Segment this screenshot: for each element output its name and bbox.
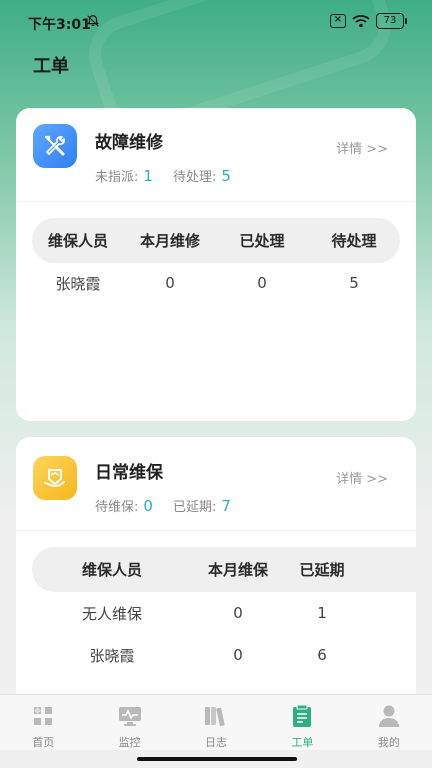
status-indicators: × 73 xyxy=(330,13,407,29)
bell-muted-icon xyxy=(86,15,100,27)
bottom-tab-bar: 首页 监控 日志 工单 我的 xyxy=(0,694,432,750)
column-header: 维保人员 xyxy=(81,561,142,579)
repair-card-title: 故障维修 xyxy=(95,133,163,153)
maintenance-shield-icon xyxy=(33,456,77,500)
profile-icon xyxy=(377,704,401,728)
stat-label-unassigned: 未指派: xyxy=(95,170,139,185)
maintenance-card-title: 日常维保 xyxy=(95,463,163,483)
tab-label: 我的 xyxy=(377,736,400,749)
page-title: 工单 xyxy=(33,56,69,77)
status-bar: 下午3:01 × 73 xyxy=(0,0,432,44)
sim-off-icon: × xyxy=(330,14,346,28)
home-icon xyxy=(31,704,55,728)
divider xyxy=(16,201,416,202)
stat-value-unassigned: 1 xyxy=(143,167,153,185)
table-cell: 张晓霞 xyxy=(89,646,135,665)
stat-label-pending: 待处理: xyxy=(172,170,217,185)
table-cell: 0 xyxy=(165,274,175,292)
table-cell: 0 xyxy=(233,646,243,664)
repair-stats: 未指派: 1 待处理: 5 xyxy=(95,166,251,185)
table-row[interactable]: 无人维保 0 1 xyxy=(32,601,416,625)
column-header: 已处理 xyxy=(239,232,285,250)
repair-table-header: 维保人员 本月维修 已处理 待处理 xyxy=(32,218,400,263)
table-cell: 无人维保 xyxy=(81,604,142,623)
table-cell: 0 xyxy=(233,604,243,622)
wifi-icon xyxy=(352,15,370,28)
tab-home[interactable]: 首页 xyxy=(0,695,86,750)
home-indicator xyxy=(137,757,297,761)
column-header: 本月维保 xyxy=(207,561,268,579)
stat-value-overdue: 7 xyxy=(221,497,231,515)
repair-card: 故障维修 详情 >> 未指派: 1 待处理: 5 维保人员 本月维修 已处理 待… xyxy=(16,108,416,421)
stat-label-to-maintain: 待维保: xyxy=(95,500,139,515)
repair-detail-link[interactable]: 详情 >> xyxy=(336,138,388,157)
monitor-icon xyxy=(118,704,142,728)
tab-label: 工单 xyxy=(291,736,314,749)
maintenance-card: 日常维保 详情 >> 待维保: 0 已延期: 7 维保人员 本月维保 已延期 无… xyxy=(16,437,416,707)
repair-tools-icon xyxy=(33,124,77,168)
table-cell: 1 xyxy=(317,604,327,622)
table-row[interactable]: 张晓霞 0 0 5 xyxy=(32,271,400,295)
status-time: 下午3:01 xyxy=(28,17,91,33)
tab-work-order[interactable]: 工单 xyxy=(259,695,345,750)
column-header: 本月维修 xyxy=(139,232,200,250)
table-cell: 5 xyxy=(349,274,359,292)
maintenance-stats: 待维保: 0 已延期: 7 xyxy=(95,496,251,515)
table-row[interactable]: 张晓霞 0 6 xyxy=(32,643,416,667)
column-header: 维保人员 xyxy=(47,232,108,250)
work-order-icon xyxy=(290,704,314,728)
column-header: 已延期 xyxy=(299,561,345,579)
stat-label-overdue: 已延期: xyxy=(172,500,217,515)
maintenance-table-header: 维保人员 本月维保 已延期 xyxy=(32,547,416,592)
maintenance-detail-link[interactable]: 详情 >> xyxy=(336,468,388,487)
tab-label: 首页 xyxy=(32,736,55,749)
tab-label: 监控 xyxy=(118,736,141,749)
tab-log[interactable]: 日志 xyxy=(173,695,259,750)
stat-value-pending: 5 xyxy=(221,167,231,185)
stat-value-to-maintain: 0 xyxy=(143,497,153,515)
log-icon xyxy=(204,704,228,728)
tab-label: 日志 xyxy=(205,736,228,749)
table-cell: 0 xyxy=(257,274,267,292)
battery-icon: 73 xyxy=(376,13,407,29)
column-header: 待处理 xyxy=(331,232,377,250)
table-cell: 6 xyxy=(317,646,327,664)
tab-monitor[interactable]: 监控 xyxy=(86,695,172,750)
divider xyxy=(16,530,416,531)
tab-profile[interactable]: 我的 xyxy=(346,695,432,750)
table-cell: 张晓霞 xyxy=(55,274,101,293)
